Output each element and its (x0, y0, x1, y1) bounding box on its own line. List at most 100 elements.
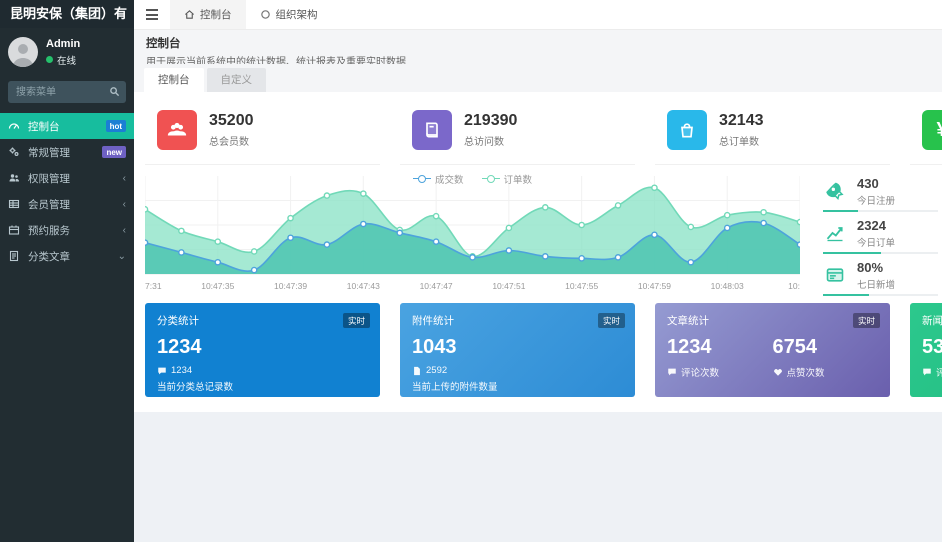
home-icon (184, 9, 195, 20)
user-panel[interactable]: Admin 在线 (0, 28, 134, 77)
tab-custom[interactable]: 自定义 (207, 68, 267, 92)
circle-icon (260, 9, 271, 20)
sidebar-item-members[interactable]: 会员管理 ‹ (0, 191, 134, 217)
page-header: 控制台 用于展示当前系统中的统计数据、统计报表及重要实时数据 (134, 30, 942, 64)
card-title: 分类统计 (157, 313, 368, 328)
stat-label: 总会员数 (209, 133, 254, 148)
nav-tab-dashboard[interactable]: 控制台 (170, 0, 246, 29)
online-dot-icon (46, 56, 53, 63)
svg-text:10:47:51: 10:47:51 (492, 281, 525, 291)
card-value: 1234 (667, 336, 773, 359)
card-sub-value: 1234 (171, 365, 192, 376)
side-stat-value: 430 (857, 176, 895, 191)
stat-card-orders: 32143 总订单数 (655, 100, 890, 165)
person-icon (11, 41, 35, 67)
dashboard-page: 昆明安保（集团）有 Admin 在线 (0, 0, 942, 542)
user-status-label: 在线 (57, 53, 76, 67)
nav-tab-organization[interactable]: 组织架构 (246, 0, 332, 29)
sidebar-item-label: 常规管理 (28, 145, 70, 160)
tab-console[interactable]: 控制台 (144, 68, 204, 92)
svg-text:10:47:39: 10:47:39 (274, 281, 307, 291)
legend-item-orders[interactable]: 订单数 (482, 172, 533, 186)
sidebar-item-general[interactable]: 常规管理 new (0, 139, 134, 165)
sidebar-item-dashboard[interactable]: 控制台 hot (0, 113, 134, 139)
card-title: 新闻统计 (922, 313, 942, 328)
sidebar-item-permissions[interactable]: 权限管理 ‹ (0, 165, 134, 191)
chevron-left-icon: ‹ (123, 199, 126, 210)
page-title: 控制台 (146, 35, 930, 51)
chevron-left-icon: ‹ (123, 173, 126, 184)
sidebar-menu: 控制台 hot 常规管理 new (0, 113, 134, 269)
card-article-stats: 文章统计 实时 1234 评论次数 6754 (655, 303, 890, 397)
card-title: 附件统计 (412, 313, 623, 328)
realtime-badge: 实时 (853, 313, 880, 328)
book-icon (412, 110, 452, 150)
hamburger-menu-icon[interactable] (134, 0, 170, 29)
sidebar-item-label: 控制台 (28, 119, 60, 134)
legend-marker-icon (482, 175, 500, 183)
stat-label: 总访问数 (464, 133, 517, 148)
side-stat-label: 七日新增 (857, 277, 895, 291)
stat-value: 32143 (719, 112, 764, 130)
hot-badge: hot (106, 120, 126, 132)
legend-label: 成交数 (435, 172, 464, 186)
side-stat-registrations: 430 今日注册 (815, 170, 942, 212)
stat-card-visits: 219390 总访问数 (400, 100, 635, 165)
card-value: 6754 (773, 336, 879, 359)
file-icon (412, 366, 422, 376)
chart-line-icon (823, 221, 847, 245)
stat-cards-row: 35200 总会员数 219390 总访问数 (145, 100, 942, 165)
users-icon (8, 172, 22, 184)
comment-icon (157, 366, 167, 376)
svg-text:7:31: 7:31 (145, 281, 162, 291)
svg-text:10:47:35: 10:47:35 (201, 281, 234, 291)
article-icon (8, 250, 22, 262)
comment-icon (922, 367, 932, 377)
svg-text:10:48:03: 10:48:03 (711, 281, 744, 291)
calendar-icon (8, 224, 22, 236)
realtime-badge: 实时 (343, 313, 370, 328)
rocket-icon (823, 179, 847, 203)
users-group-icon (157, 110, 197, 150)
orders-chart[interactable]: 成交数 订单数 7:31 10:47:35 10:47:39 10:47:43 10:4… (145, 170, 800, 292)
stat-card-amount: ¥ (910, 100, 942, 165)
svg-text:10:47:47: 10:47:47 (420, 281, 453, 291)
realtime-badge: 实时 (598, 313, 625, 328)
sidebar-search (8, 81, 126, 103)
dashboard-icon (8, 120, 22, 132)
progress-track (823, 294, 938, 296)
table-icon (8, 198, 22, 210)
brand-title: 昆明安保（集团）有 (0, 0, 134, 28)
card-sub-label: 点赞次数 (787, 365, 825, 379)
side-stat-orders-today: 2324 今日订单 (815, 212, 942, 254)
stat-value: 35200 (209, 112, 254, 130)
nav-tab-label: 控制台 (200, 7, 232, 22)
chart-legend: 成交数 订单数 (145, 172, 800, 186)
area-chart-canvas[interactable]: 7:31 10:47:35 10:47:39 10:47:43 10:47:47 10:4… (145, 170, 800, 292)
legend-item-deals[interactable]: 成交数 (413, 172, 464, 186)
search-icon[interactable] (109, 86, 120, 97)
side-stat-value: 2324 (857, 218, 895, 233)
card-value: 1043 (412, 336, 623, 359)
stat-card-members: 35200 总会员数 (145, 100, 380, 165)
stat-value: 219390 (464, 112, 517, 130)
progress-bar (823, 294, 869, 296)
svg-text:10:47:55: 10:47:55 (565, 281, 598, 291)
main-area: 控制台 组织架构 控制台 用于展示当前系统中的统计数据、统计报表及重要实时数据 … (134, 0, 942, 542)
sidebar: 昆明安保（集团）有 Admin 在线 (0, 0, 134, 542)
card-desc: 当前上传的附件数量 (412, 379, 623, 393)
cogs-icon (8, 146, 22, 158)
comment-icon (667, 367, 677, 377)
sidebar-item-booking[interactable]: 预约服务 ‹ (0, 217, 134, 243)
sidebar-item-articles[interactable]: 分类文章 ⌄ (0, 243, 134, 269)
heart-icon (773, 367, 783, 377)
new-badge: new (102, 146, 126, 158)
card-sub-value: 2592 (426, 365, 447, 376)
sidebar-item-label: 会员管理 (28, 197, 70, 212)
card-value: 530 (922, 336, 942, 359)
side-stat-value: 80% (857, 260, 895, 275)
chevron-down-icon: ⌄ (118, 251, 126, 262)
svg-text:10:47:43: 10:47:43 (347, 281, 380, 291)
sidebar-item-label: 预约服务 (28, 223, 70, 238)
sidebar-item-label: 权限管理 (28, 171, 70, 186)
